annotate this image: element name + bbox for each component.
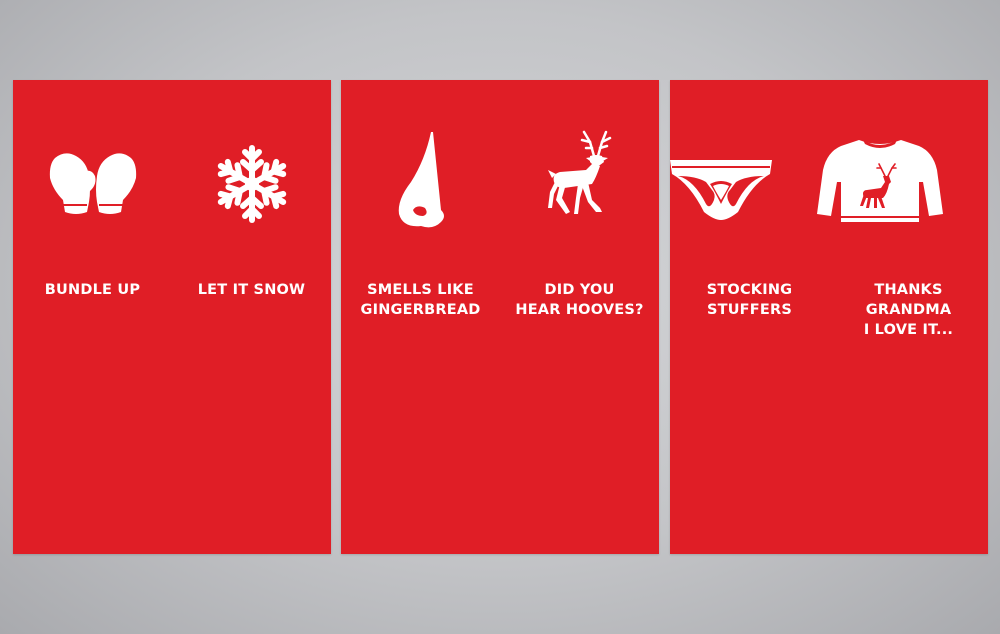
label-let-it-snow: LET IT SNOW (197, 282, 306, 298)
card-item-did-you-hear-hooves: DID YOU HEAR HOOVES? (500, 80, 659, 340)
sweater-icon (817, 140, 988, 250)
label-smells-like-gingerbread: SMELLS LIKE GINGERBREAD (360, 282, 481, 318)
card-2: SMELLS LIKE GINGERBREAD DID YOU HEAR HOO… (341, 80, 659, 554)
card-3: STOCKING STUFFERS THANKS GRANDMA I LOVE … (670, 80, 988, 554)
card-1: BUNDLE UP LET IT SNOW (13, 80, 331, 554)
snowflake-icon (172, 145, 331, 250)
card-item-bundle-up: BUNDLE UP (13, 80, 172, 340)
label-thanks-grandma: THANKS GRANDMA I LOVE IT... (863, 282, 954, 338)
reindeer-icon (500, 130, 659, 250)
card-item-stocking-stuffers: STOCKING STUFFERS (670, 80, 829, 340)
card-item-smells-like-gingerbread: SMELLS LIKE GINGERBREAD (341, 80, 500, 340)
label-did-you-hear-hooves: DID YOU HEAR HOOVES? (515, 282, 644, 318)
card-item-thanks-grandma: THANKS GRANDMA I LOVE IT... (817, 80, 988, 340)
label-stocking-stuffers: STOCKING STUFFERS (706, 282, 793, 318)
card-item-let-it-snow: LET IT SNOW (172, 80, 331, 340)
label-bundle-up: BUNDLE UP (44, 282, 141, 298)
mittens-icon (13, 150, 172, 250)
nose-icon (341, 132, 500, 250)
briefs-icon (670, 150, 829, 250)
